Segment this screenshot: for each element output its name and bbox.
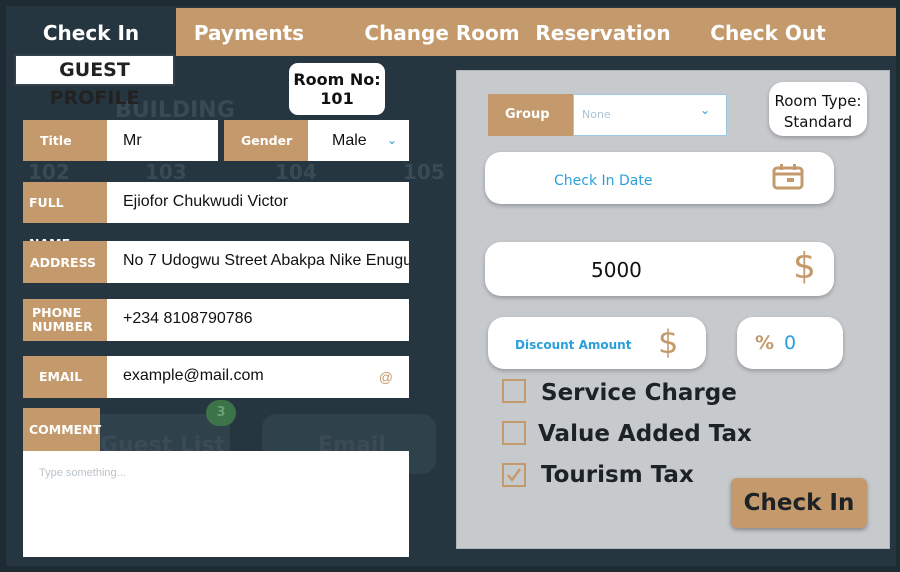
tab-payments[interactable]: Payments — [176, 8, 322, 56]
bg-badge-count: 3 — [206, 400, 236, 426]
room-number-value: 101 — [320, 89, 354, 108]
amount-value: 5000 — [591, 258, 642, 282]
percent-icon: % — [755, 332, 775, 354]
service-charge-checkbox[interactable] — [502, 379, 526, 403]
bg-room: 104 — [275, 160, 317, 184]
check-in-button[interactable]: Check In — [731, 478, 867, 528]
group-select[interactable]: None ⌄ — [573, 94, 727, 136]
discount-amount-field[interactable]: Discount Amount $ — [488, 317, 706, 369]
comment-textarea[interactable]: Type something... — [23, 451, 409, 557]
full-name-label: FULL NAME — [23, 182, 107, 251]
title-label: Title — [23, 120, 107, 161]
full-name-field[interactable]: Ejiofor Chukwudi Victor — [107, 182, 409, 223]
tab-check-out[interactable]: Check Out — [700, 8, 836, 56]
group-value: None — [582, 108, 611, 121]
guest-profile-heading: GUEST PROFILE — [14, 54, 175, 109]
tourism-tax-checkbox[interactable] — [502, 463, 526, 487]
gender-select[interactable]: Male ⌄ — [308, 120, 409, 161]
vat-label: Value Added Tax — [538, 421, 752, 447]
amount-field[interactable]: 5000 $ — [485, 242, 834, 296]
room-type-value: Standard — [783, 113, 853, 131]
service-charge-label: Service Charge — [541, 380, 737, 406]
checkmark-icon — [507, 468, 522, 483]
discount-amount-label: Discount Amount — [515, 338, 632, 352]
tourism-tax-label: Tourism Tax — [541, 462, 694, 488]
discount-percent-field[interactable]: % 0 — [737, 317, 843, 369]
chevron-down-icon: ⌄ — [699, 103, 710, 117]
room-number-label: Room No: — [293, 70, 381, 89]
group-label: Group — [488, 94, 573, 136]
check-in-window: BUILDING 102 103 104 105 Guest List 3 Em… — [0, 0, 900, 572]
email-field[interactable]: example@mail.com @ — [107, 356, 409, 398]
email-value: example@mail.com — [123, 367, 264, 384]
comment-label: COMMENT — [23, 408, 101, 451]
gender-value: Male — [332, 132, 367, 149]
address-label: ADDRESS — [23, 241, 107, 283]
comment-placeholder: Type something... — [39, 467, 126, 479]
phone-label-line1: PHONE — [32, 305, 82, 320]
booking-panel: Group None ⌄ Room Type: Standard Check I… — [456, 70, 890, 549]
phone-label-line2: NUMBER — [32, 319, 93, 334]
bg-room: 102 — [28, 160, 70, 184]
check-in-date-picker[interactable]: Check In Date — [485, 152, 834, 204]
address-field[interactable]: No 7 Udogwu Street Abakpa Nike Enugu — [107, 241, 409, 283]
room-number-badge: Room No: 101 — [289, 63, 385, 115]
vat-checkbox[interactable] — [502, 421, 526, 445]
at-icon: @ — [378, 369, 393, 385]
tab-check-in[interactable]: Check In — [6, 8, 176, 56]
dollar-icon: $ — [793, 246, 816, 287]
room-type-label: Room Type: — [774, 92, 862, 110]
bg-room: 105 — [403, 160, 445, 184]
dollar-icon: $ — [658, 323, 679, 361]
chevron-down-icon: ⌄ — [386, 133, 397, 147]
bg-room: 103 — [145, 160, 187, 184]
email-label: EMAIL — [23, 356, 107, 398]
room-type-badge: Room Type: Standard — [769, 82, 867, 136]
gender-label: Gender — [224, 120, 308, 161]
phone-label: PHONE NUMBER — [23, 299, 107, 341]
title-field[interactable]: Mr — [107, 120, 218, 161]
tab-bar: Check In Payments Change Room Reservatio… — [6, 8, 896, 56]
phone-field[interactable]: +234 8108790786 — [107, 299, 409, 341]
check-in-date-placeholder: Check In Date — [554, 173, 653, 189]
percent-value: 0 — [784, 332, 797, 354]
tab-change-room[interactable]: Change Room — [360, 8, 524, 56]
calendar-icon — [772, 164, 804, 190]
tab-reservation[interactable]: Reservation — [532, 8, 674, 56]
